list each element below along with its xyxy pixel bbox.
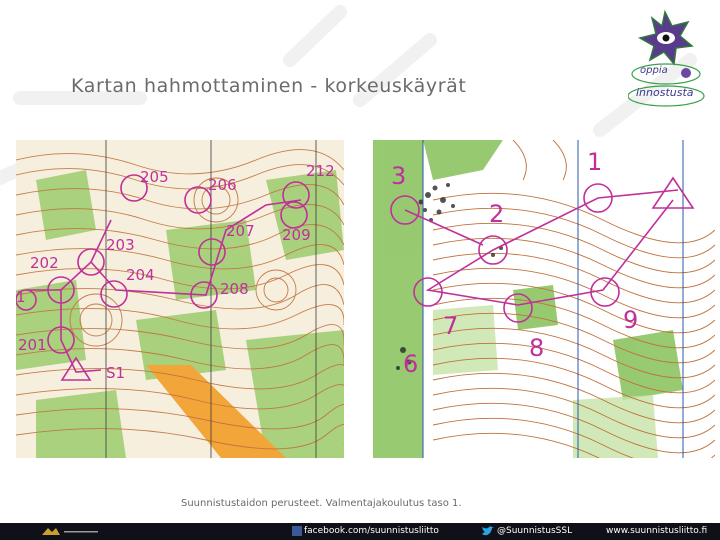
control-label-s1: S1 (106, 364, 126, 382)
control-label-212: 212 (306, 162, 335, 180)
control-label-208: 208 (220, 280, 249, 298)
footer-twitter-handle[interactable]: @SuunnistusSSL (497, 526, 572, 536)
control-label-3: 3 (391, 162, 407, 190)
eye-icon (657, 32, 675, 44)
control-label-204: 204 (126, 266, 155, 284)
control-label-6: 6 (403, 350, 419, 378)
control-label-7: 7 (443, 312, 459, 340)
orienteering-map-right: 1 2 3 6 7 8 9 (373, 140, 715, 458)
slide: Kartan hahmottaminen - korkeuskäyrät opp… (0, 0, 720, 540)
control-label-201: 201 (18, 336, 47, 354)
logo-line2: innostusta (636, 86, 694, 99)
logo-line1: oppia (640, 65, 668, 76)
orienteering-map-left: 205 206 212 203 207 209 202 204 208 1 20… (16, 140, 344, 458)
slide-title: Kartan hahmottaminen - korkeuskäyrät (71, 75, 467, 97)
control-label-9: 9 (623, 306, 639, 334)
footer-bar: facebook.com/suunnistusliitto @Suunnistu… (0, 523, 720, 540)
control-label-205: 205 (140, 168, 169, 186)
footer-facebook-link[interactable]: facebook.com/suunnistusliitto (304, 526, 439, 536)
control-label-1: 1 (16, 288, 26, 306)
control-label-1-right: 1 (587, 148, 603, 176)
control-label-2: 2 (489, 200, 505, 228)
control-label-8: 8 (529, 334, 545, 362)
map-right-drawing (373, 140, 715, 458)
footer-website-link[interactable]: www.suunnistusliitto.fi (606, 526, 707, 536)
control-label-206: 206 (208, 176, 237, 194)
facebook-icon (292, 526, 302, 536)
twitter-icon (482, 526, 494, 536)
control-label-203: 203 (106, 236, 135, 254)
ssl-logo-icon (42, 528, 98, 535)
control-label-207: 207 (226, 222, 255, 240)
map-left-drawing (16, 140, 344, 458)
control-label-209: 209 (282, 226, 311, 244)
slide-caption: Suunnistustaidon perusteet. Valmentajako… (181, 498, 462, 509)
control-label-202: 202 (30, 254, 59, 272)
